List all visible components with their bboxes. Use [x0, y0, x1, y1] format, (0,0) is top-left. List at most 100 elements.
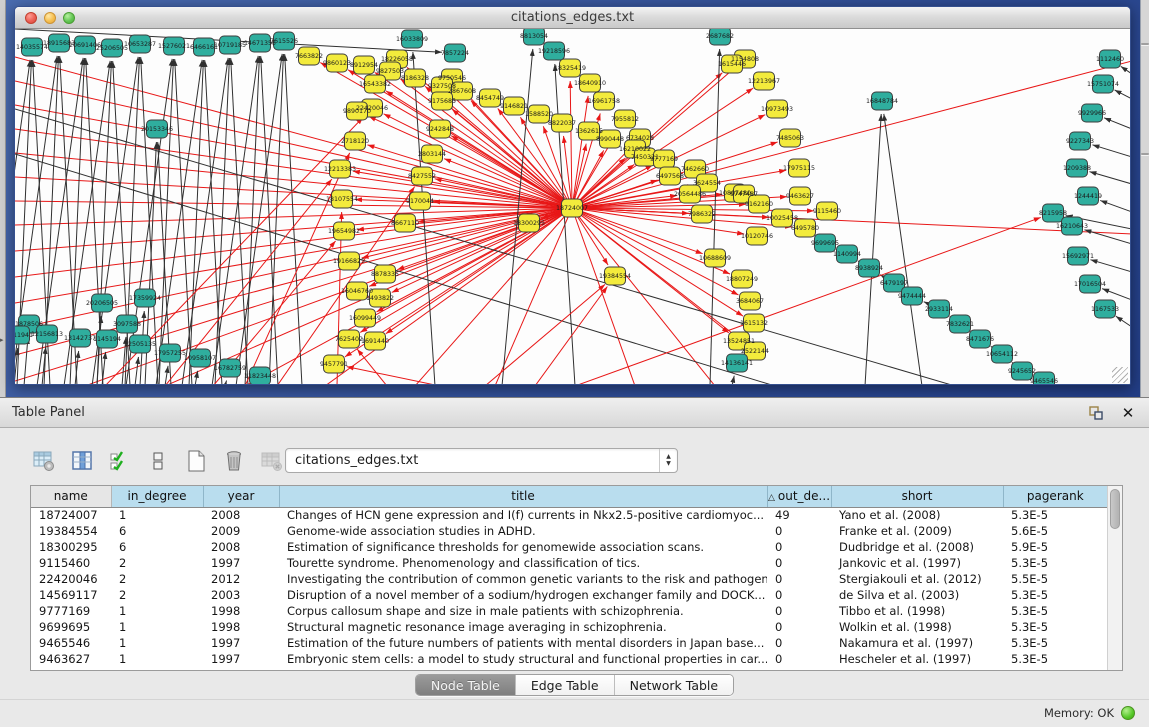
citation-edge-black[interactable]: [1089, 172, 1131, 184]
graph-node-label: 2687682: [706, 33, 734, 40]
table-row[interactable]: 2242004622012Investigating the contribut…: [31, 571, 1107, 587]
tab-node-table[interactable]: Node Table: [416, 675, 516, 695]
citation-edge-black[interactable]: [1104, 118, 1131, 129]
table-toolbar: f(x): [30, 446, 324, 476]
table-row[interactable]: 1938455462009Genome-wide association stu…: [31, 523, 1107, 539]
column-header-year[interactable]: year: [203, 486, 279, 507]
scrollbar-thumb[interactable]: [1110, 489, 1120, 529]
citation-edge-red[interactable]: [572, 61, 1131, 208]
citation-edge-black[interactable]: [1116, 316, 1131, 327]
citation-edge-black[interactable]: [1092, 145, 1131, 157]
citation-edge-black[interactable]: [1084, 230, 1131, 244]
column-header-short[interactable]: short: [831, 486, 1003, 507]
table-row[interactable]: 946362711997Embryonic stem cells: a mode…: [31, 651, 1107, 667]
table-settings-icon[interactable]: [30, 447, 58, 475]
close-panel-icon[interactable]: ✕: [1119, 404, 1137, 422]
table-row[interactable]: 911546021997Tourette syndrome. Phenomeno…: [31, 555, 1107, 571]
table-cell: Structural magnetic resonance image aver…: [279, 619, 767, 635]
table-select-combobox[interactable]: citations_edges.txt ▲▼: [285, 448, 678, 473]
table-row[interactable]: 1872400712008Changes of HCN gene express…: [31, 507, 1107, 523]
column-header-title[interactable]: title: [279, 486, 767, 507]
table-row[interactable]: 946554611997Estimation of the future num…: [31, 635, 1107, 651]
table-row[interactable]: 1456911722003Disruption of a novel membe…: [31, 587, 1107, 603]
column-header-in_degree[interactable]: in_degree: [111, 486, 203, 507]
window-resize-grip[interactable]: [1112, 367, 1128, 383]
column-header-name[interactable]: name: [31, 486, 111, 507]
graph-node-label: 9146821: [500, 103, 528, 110]
citation-edge-black[interactable]: [159, 59, 173, 385]
show-columns-icon[interactable]: [68, 447, 96, 475]
table-cell: 1: [111, 619, 203, 635]
window-titlebar[interactable]: citations_edges.txt: [15, 7, 1130, 29]
table-scrollbar[interactable]: [1107, 486, 1122, 670]
graph-node-label: 16210643: [1056, 223, 1088, 230]
citation-edge-red[interactable]: [245, 153, 350, 385]
citation-edge-red[interactable]: [572, 96, 588, 208]
table-header-row: namein_degreeyeartitle△out_de...shortpag…: [31, 486, 1107, 507]
table-row[interactable]: 969969511998Structural magnetic resonanc…: [31, 619, 1107, 635]
citation-edge-black[interactable]: [189, 60, 203, 385]
table-cell: Jankovic et al. (1997): [831, 555, 1003, 571]
citation-edge-red[interactable]: [369, 116, 572, 208]
citation-edge-black[interactable]: [231, 58, 248, 385]
table-panel-header: Table Panel ✕: [0, 398, 1149, 428]
citation-edge-black[interactable]: [1102, 289, 1131, 300]
citation-edge-red[interactable]: [570, 81, 572, 208]
citation-edge-red[interactable]: [575, 217, 1041, 385]
citation-edge-red[interactable]: [572, 144, 586, 208]
graph-node-label: 17359924: [129, 295, 161, 302]
citation-edge-black[interactable]: [1121, 66, 1131, 74]
memory-ok-indicator-icon[interactable]: [1121, 706, 1135, 720]
column-header-out_de[interactable]: △out_de...: [767, 486, 831, 507]
citation-edge-red[interactable]: [357, 349, 387, 385]
panel-expand-arrow-icon[interactable]: ▸: [0, 336, 4, 344]
float-panel-icon[interactable]: [1087, 404, 1105, 422]
graph-node-label: 9465546: [1030, 378, 1058, 385]
citation-edge-black[interactable]: [884, 114, 922, 385]
graph-node-label: 9175685: [428, 98, 456, 105]
graph-node-label: 7625402: [335, 336, 363, 343]
citation-edge-black[interactable]: [1115, 90, 1131, 99]
citation-edge-black[interactable]: [97, 316, 101, 385]
delete-table-icon[interactable]: [258, 447, 286, 475]
citation-edge-red[interactable]: [535, 287, 607, 385]
citation-edge-black[interactable]: [212, 56, 258, 385]
rows-icon[interactable]: [144, 447, 172, 475]
select-columns-icon[interactable]: [106, 447, 134, 475]
citation-edge-red[interactable]: [572, 208, 745, 343]
citation-network-graph[interactable]: 1872400776638229860123891295418226058982…: [15, 29, 1131, 385]
citation-edge-black[interactable]: [225, 381, 227, 385]
graph-node-label: 19166825: [333, 258, 365, 265]
citation-edge-red[interactable]: [362, 208, 572, 258]
graph-node-label: 18107554: [326, 196, 358, 203]
table-row[interactable]: 977716911998Corpus callosum shape and si…: [31, 603, 1107, 619]
table-row[interactable]: 1830029562008Estimation of significance …: [31, 539, 1107, 555]
citation-edge-black[interactable]: [245, 56, 259, 385]
citation-edge-red[interactable]: [15, 57, 572, 208]
new-column-icon[interactable]: [182, 447, 210, 475]
graph-node-label: 2933114: [925, 306, 953, 313]
citation-edge-red[interactable]: [415, 208, 572, 385]
column-header-pagerank[interactable]: pagerank: [1003, 486, 1107, 507]
citation-edge-red[interactable]: [15, 153, 572, 208]
citation-edge-black[interactable]: [1100, 200, 1131, 212]
citation-edge-red[interactable]: [572, 208, 715, 385]
citation-edge-black[interactable]: [1090, 260, 1131, 272]
delete-column-icon[interactable]: [220, 447, 248, 475]
citation-edge-black[interactable]: [732, 376, 734, 385]
citation-edge-red[interactable]: [572, 208, 635, 385]
citation-edge-black[interactable]: [135, 357, 138, 385]
network-canvas[interactable]: 1872400776638229860123891295418226058982…: [15, 29, 1131, 385]
table-cell: 14569117: [31, 587, 111, 603]
graph-node-label: 6734028: [626, 135, 654, 142]
citation-edge-red[interactable]: [347, 367, 440, 385]
citation-edge-black[interactable]: [865, 114, 881, 385]
graph-node-label: 15751074: [1087, 81, 1119, 88]
citation-edge-black[interactable]: [156, 60, 202, 385]
right-panel-edge: [1140, 0, 1149, 397]
graph-node-label: 6497568: [656, 173, 684, 180]
graph-node-label: 19384554: [599, 273, 631, 280]
citation-edge-red[interactable]: [572, 208, 703, 254]
tab-edge-table[interactable]: Edge Table: [516, 675, 615, 695]
tab-network-table[interactable]: Network Table: [615, 675, 734, 695]
